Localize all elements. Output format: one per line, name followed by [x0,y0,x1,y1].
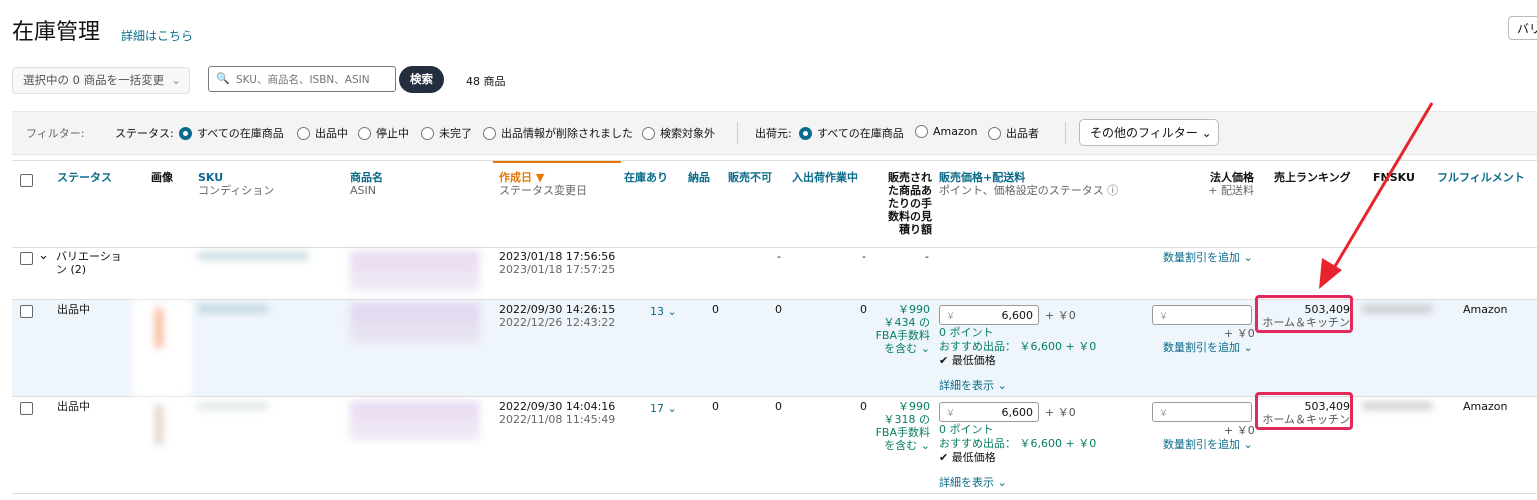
annotation-arrow-icon [1319,102,1434,289]
